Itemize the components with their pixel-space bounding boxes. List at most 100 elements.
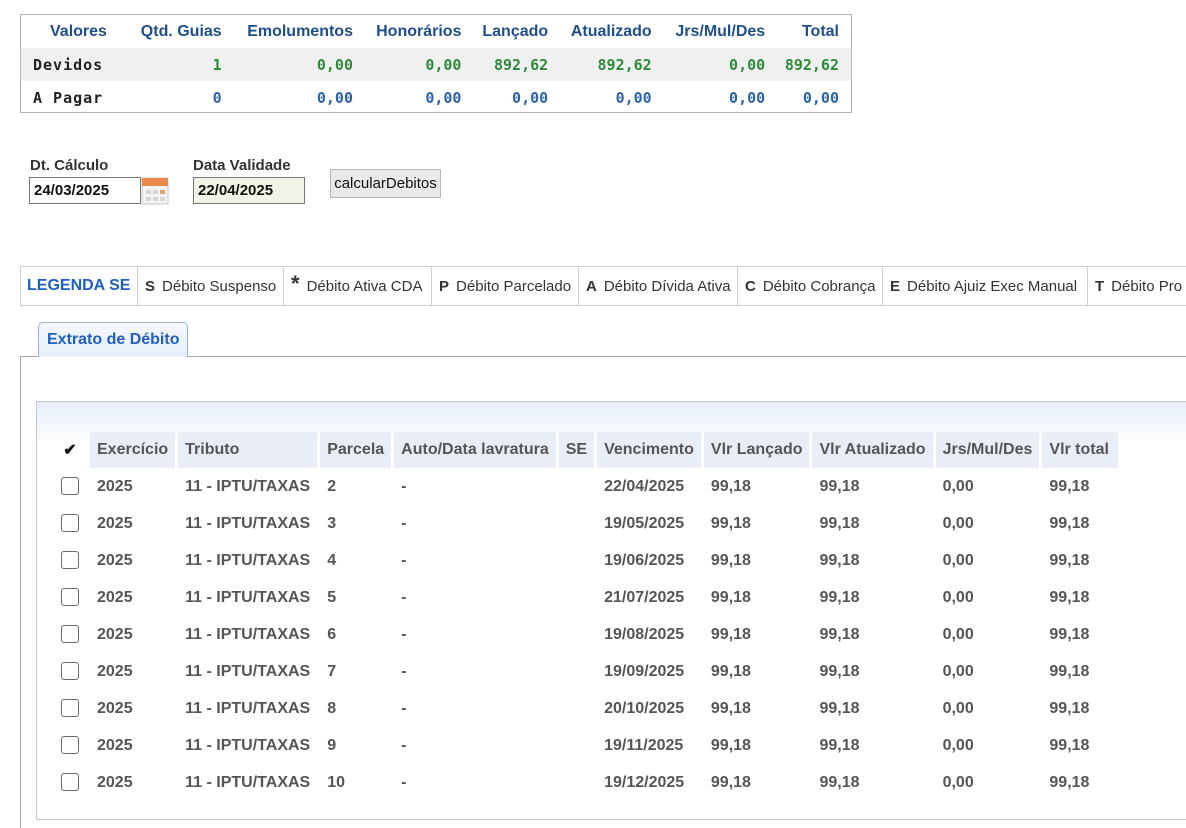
row-checkbox[interactable] [61, 588, 79, 607]
cell-vlr-lancado: 99,18 [710, 699, 751, 717]
legend-label: Débito Cobrança [762, 277, 876, 295]
tab-strip-line [20, 356, 1186, 357]
table-row[interactable]: 2025 11 - IPTU/TAXAS 9 - 19/11/2025 99,18 99,1… [53, 727, 1118, 764]
col-jrs-mul-des[interactable]: Jrs/Mul/Des [935, 432, 1040, 468]
cell-jrs-mul-des: 0,00 [942, 662, 974, 680]
cell-exercicio: 2025 [97, 588, 133, 606]
cell-tributo: 11 - IPTU/TAXAS [185, 773, 311, 791]
extrato-debito-table: ✔ Exercício Tributo Parcela Auto/Data la… [50, 432, 1121, 801]
cell-vlr-lancado: 99,18 [710, 662, 751, 680]
cell-tributo: 11 - IPTU/TAXAS [185, 662, 311, 680]
cell-se [559, 468, 594, 505]
cell-parcela: 3 [327, 514, 337, 532]
legend-code: E [890, 277, 901, 295]
cell-parcela: 8 [327, 699, 337, 717]
cell-jrs-mul-des: 0,00 [942, 514, 974, 532]
cell-vlr-total: 99,18 [1049, 588, 1090, 606]
row-checkbox[interactable] [61, 625, 79, 644]
summary-header-atualizado: Atualizado [570, 22, 652, 40]
col-vencimento[interactable]: Vencimento [597, 432, 701, 468]
col-exercicio[interactable]: Exercício [90, 432, 176, 468]
table-row[interactable]: 2025 11 - IPTU/TAXAS 4 - 19/06/2025 99,18 99,1… [53, 542, 1118, 579]
cell-parcela: 6 [327, 625, 337, 643]
row-checkbox[interactable] [61, 477, 79, 496]
summary-header-total: Total [801, 22, 839, 40]
legend-label: Débito Suspenso [162, 277, 277, 295]
cell-vlr-total: 99,18 [1049, 551, 1090, 569]
table-row[interactable]: 2025 11 - IPTU/TAXAS 6 - 19/08/2025 99,18 99,1… [53, 616, 1118, 653]
cell-exercicio: 2025 [97, 551, 133, 569]
calendar-icon[interactable] [141, 175, 169, 205]
col-auto-data-lavratura[interactable]: Auto/Data lavratura [394, 432, 556, 468]
select-all-checkmark-icon[interactable]: ✔ [53, 432, 87, 468]
cell-vencimento: 19/09/2025 [604, 662, 685, 680]
legend-item-parcelado: P Débito Parcelado [431, 267, 578, 305]
legend-label: Débito Dívida Ativa [603, 277, 731, 295]
calcular-debitos-button[interactable]: calcularDebitos [330, 169, 441, 198]
cell-vlr-lancado: 99,18 [710, 477, 751, 495]
summary-header-jrs: Jrs/Mul/Des [675, 22, 766, 40]
summary-atualizado: 892,62 [560, 48, 664, 81]
legend-item-suspenso: S Débito Suspenso [137, 267, 283, 305]
cell-se [559, 653, 594, 690]
table-row[interactable]: 2025 11 - IPTU/TAXAS 7 - 19/09/2025 99,18 99,1… [53, 653, 1118, 690]
legend-item-divida-ativa: A Débito Dívida Ativa [578, 267, 737, 305]
summary-header-qtd-guias: Qtd. Guias [140, 22, 222, 40]
legend-title: LEGENDA SE [20, 267, 137, 305]
cell-vlr-atualizado: 99,18 [819, 477, 860, 495]
col-vlr-total[interactable]: Vlr total [1042, 432, 1119, 468]
legend-code: T [1095, 277, 1105, 295]
cell-jrs-mul-des: 0,00 [942, 773, 974, 791]
legend-bar: LEGENDA SE S Débito Suspenso * Débito At… [20, 266, 1186, 306]
dt-calculo-input[interactable]: 24/03/2025 [29, 177, 141, 204]
summary-header-honorarios: Honorários [376, 22, 462, 40]
row-checkbox[interactable] [61, 699, 79, 718]
cell-se [559, 690, 594, 727]
cell-vlr-atualizado: 99,18 [819, 736, 860, 754]
cell-vencimento: 19/05/2025 [604, 514, 685, 532]
cell-parcela: 10 [327, 773, 346, 791]
table-row[interactable]: 2025 11 - IPTU/TAXAS 3 - 19/05/2025 99,18 99,1… [53, 505, 1118, 542]
col-parcela[interactable]: Parcela [320, 432, 392, 468]
tab-extrato-de-debito[interactable]: Extrato de Débito [38, 322, 188, 357]
cell-se [559, 764, 594, 801]
row-checkbox[interactable] [61, 662, 79, 681]
table-row[interactable]: 2025 11 - IPTU/TAXAS 10 - 19/12/2025 99,18 99,… [53, 764, 1118, 801]
cell-auto-data: - [401, 514, 407, 532]
table-row[interactable]: 2025 11 - IPTU/TAXAS 8 - 20/10/2025 99,18 99,1… [53, 690, 1118, 727]
data-validade-field: 22/04/2025 [193, 177, 305, 204]
summary-header-lancado: Lançado [482, 22, 549, 40]
row-checkbox[interactable] [61, 551, 79, 570]
table-row[interactable]: 2025 11 - IPTU/TAXAS 2 - 22/04/2025 99,18 99,1… [53, 468, 1118, 505]
row-checkbox[interactable] [61, 773, 79, 792]
row-checkbox[interactable] [61, 736, 79, 755]
row-checkbox[interactable] [61, 514, 79, 533]
legend-code: C [745, 277, 756, 295]
cell-vlr-total: 99,18 [1049, 514, 1090, 532]
cell-tributo: 11 - IPTU/TAXAS [185, 551, 311, 569]
legend-code: A [586, 277, 597, 295]
summary-row-devidos: Devidos 1 0,00 0,00 892,62 892,62 0,00 8… [21, 48, 851, 81]
cell-auto-data: - [401, 662, 407, 680]
cell-parcela: 2 [327, 477, 337, 495]
cell-jrs-mul-des: 0,00 [942, 736, 974, 754]
cell-exercicio: 2025 [97, 773, 133, 791]
col-vlr-lancado[interactable]: Vlr Lançado [703, 432, 810, 468]
cell-exercicio: 2025 [97, 625, 133, 643]
legend-label: Débito Ativa CDA [306, 277, 423, 295]
summary-header-emolumentos: Emolumentos [247, 22, 353, 40]
legend-item-ajuiz-exec-manual: E Débito Ajuiz Exec Manual [882, 267, 1087, 305]
cell-vencimento: 19/12/2025 [604, 773, 685, 791]
legend-code: P [439, 277, 450, 295]
col-tributo[interactable]: Tributo [178, 432, 318, 468]
col-vlr-atualizado[interactable]: Vlr Atualizado [812, 432, 933, 468]
panel-border [20, 356, 21, 828]
cell-se [559, 616, 594, 653]
cell-tributo: 11 - IPTU/TAXAS [185, 477, 311, 495]
row-checkbox-cell [53, 764, 87, 801]
table-row[interactable]: 2025 11 - IPTU/TAXAS 5 - 21/07/2025 99,18 99,1… [53, 579, 1118, 616]
col-se[interactable]: SE [558, 432, 595, 468]
legend-item-cobranca: C Débito Cobrança [737, 267, 882, 305]
summary-lancado: 892,62 [473, 48, 561, 81]
cell-parcela: 4 [327, 551, 337, 569]
